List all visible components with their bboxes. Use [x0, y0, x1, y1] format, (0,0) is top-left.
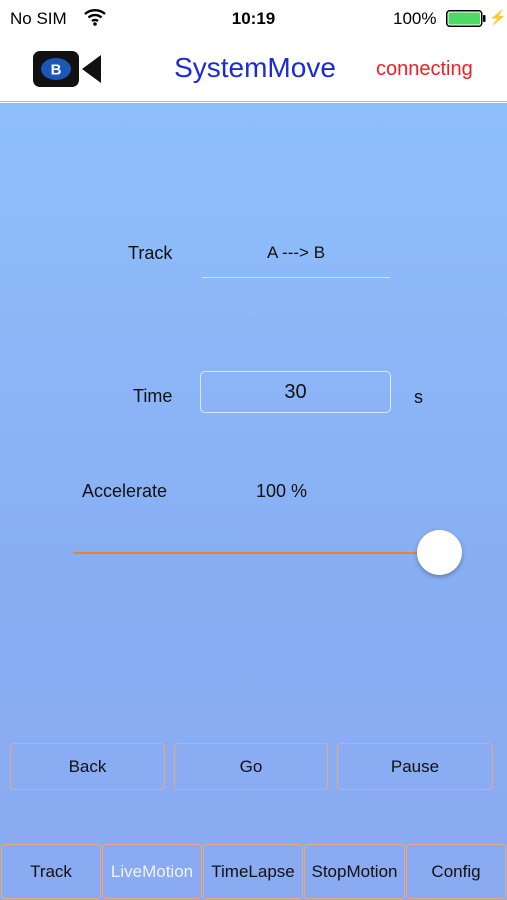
- battery-percent: 100%: [393, 9, 437, 28]
- accelerate-slider-thumb[interactable]: [416, 530, 462, 575]
- tab-live-motion[interactable]: LiveMotion: [102, 844, 202, 899]
- pause-button[interactable]: Pause: [337, 743, 493, 790]
- time-input[interactable]: 30: [200, 371, 391, 413]
- svg-text:B: B: [51, 62, 62, 79]
- nav-bar: B SystemMove connecting: [0, 38, 507, 102]
- accelerate-slider-track[interactable]: [73, 552, 439, 554]
- connection-status: connecting: [376, 58, 473, 80]
- track-field-underline: [202, 277, 390, 278]
- status-bar: No SIM 10:19 100% ⚡: [0, 0, 507, 38]
- accelerate-label: Accelerate: [82, 481, 168, 501]
- accelerate-value: 100 %: [256, 481, 308, 501]
- video-camera-logo-icon[interactable]: B: [32, 50, 102, 88]
- charging-bolt-icon: ⚡: [489, 9, 507, 25]
- live-motion-panel: Track A ---> B Time 30 s Accelerate 100 …: [0, 103, 507, 900]
- tab-config[interactable]: Config: [406, 844, 506, 899]
- app-title: SystemMove: [174, 52, 336, 83]
- back-button[interactable]: Back: [10, 743, 165, 790]
- time-unit-label: s: [414, 387, 423, 407]
- go-button[interactable]: Go: [174, 743, 328, 790]
- battery-icon: [446, 10, 486, 27]
- time-label: Time: [133, 386, 173, 406]
- track-label: Track: [128, 243, 173, 263]
- tab-track[interactable]: Track: [1, 844, 101, 899]
- track-field[interactable]: A ---> B: [202, 243, 390, 263]
- tab-time-lapse[interactable]: TimeLapse: [203, 844, 303, 899]
- tab-stop-motion[interactable]: StopMotion: [304, 844, 405, 899]
- tab-bar: Track LiveMotion TimeLapse StopMotion Co…: [0, 843, 507, 900]
